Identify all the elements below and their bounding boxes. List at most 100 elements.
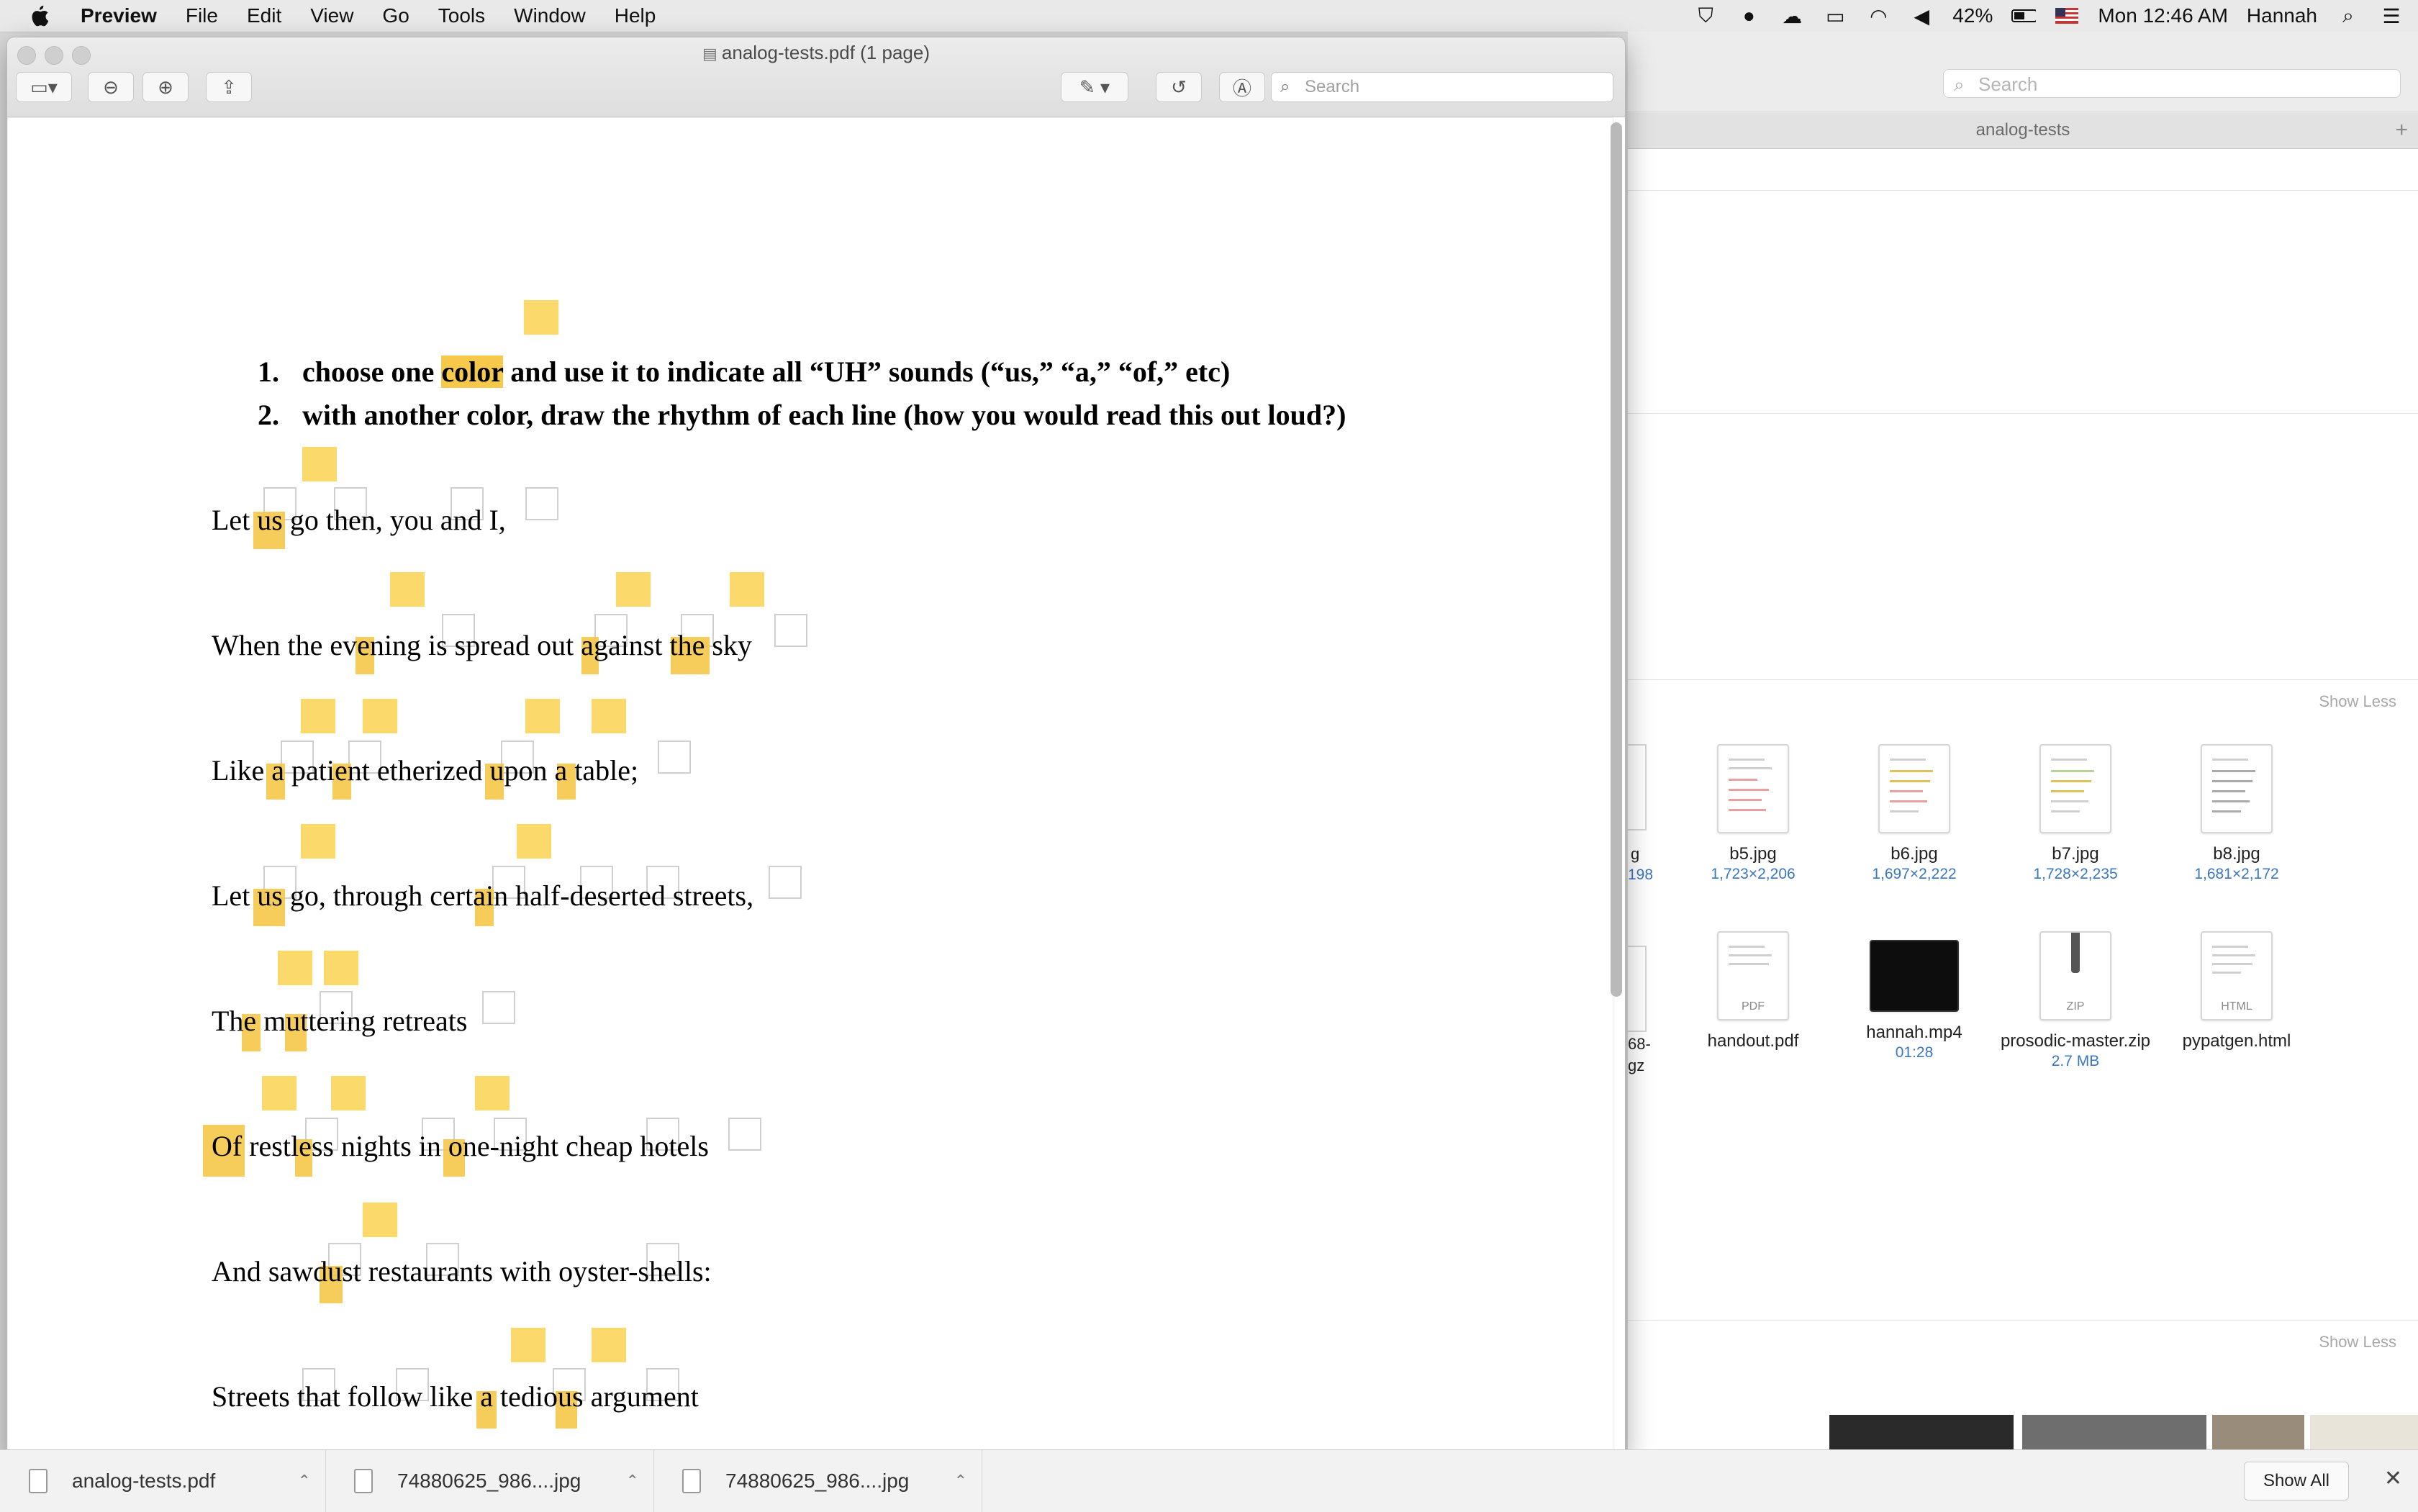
yellow-note-marker[interactable] (592, 699, 626, 733)
file-item[interactable]: hannah.mp4 01:28 (1835, 931, 1993, 1062)
empty-note-box[interactable] (658, 741, 691, 774)
menu-help[interactable]: Help (615, 0, 656, 32)
yellow-note-marker[interactable] (511, 1328, 545, 1362)
new-tab-button[interactable]: + (2395, 112, 2408, 148)
download-item[interactable]: analog-tests.pdf ⌃ (0, 1450, 326, 1512)
elephant-icon[interactable]: ● (1736, 4, 1761, 27)
close-icon[interactable]: ✕ (2384, 1466, 2402, 1491)
battery-icon[interactable] (2011, 5, 2037, 27)
menu-window[interactable]: Window (514, 0, 586, 32)
battery-percent: 42% (1952, 4, 1993, 27)
notification-center-icon[interactable]: ☰ (2379, 5, 2404, 27)
download-item[interactable]: 74880625_986....jpg ⌃ (325, 1450, 654, 1512)
yellow-note-marker[interactable] (730, 572, 764, 607)
file-item[interactable]: b7.jpg 1,728×2,235 (1996, 744, 2155, 884)
divider (1628, 413, 2418, 414)
show-all-downloads-button[interactable]: Show All (2243, 1462, 2349, 1500)
partial-file-thumb[interactable] (1628, 946, 1647, 1032)
vertical-scrollbar[interactable] (1611, 122, 1622, 997)
sidebar-icon: ▭▾ (30, 76, 58, 98)
yellow-note-marker[interactable] (301, 824, 335, 859)
show-less-button[interactable]: Show Less (2319, 692, 2396, 711)
video-duration: 01:28 (1895, 1044, 1934, 1061)
download-item[interactable]: 74880625_986....jpg ⌃ (653, 1450, 982, 1512)
pdf-page[interactable]: 1. choose one color and use it to indicat… (7, 117, 1613, 1459)
shield-icon[interactable]: ⛉ (1693, 4, 1718, 27)
zoom-out-button[interactable]: ⊖ (88, 72, 134, 102)
file-item[interactable]: b8.jpg 1,681×2,172 (2157, 744, 2316, 884)
yellow-note-marker[interactable] (525, 699, 560, 733)
yellow-note-marker[interactable] (331, 1076, 366, 1110)
search-icon: ⌕ (1954, 73, 1965, 95)
yellow-note-marker[interactable] (262, 1076, 296, 1110)
menu-file[interactable]: File (186, 0, 218, 32)
chevron-up-icon[interactable]: ⌃ (954, 1472, 967, 1490)
photo-thumbnail[interactable] (2310, 1415, 2418, 1449)
yellow-note-marker[interactable] (475, 1076, 510, 1110)
photo-thumbnail[interactable] (2022, 1415, 2206, 1449)
yellow-note-marker[interactable] (524, 300, 558, 335)
wifi-icon[interactable]: ◠ (1866, 5, 1891, 27)
yellow-note-marker[interactable] (517, 824, 551, 859)
menu-edit[interactable]: Edit (247, 0, 281, 32)
pdf-document-icon: PDF (1717, 931, 1789, 1020)
empty-note-box[interactable] (774, 614, 807, 647)
cloud-icon[interactable]: ☁ (1780, 5, 1804, 27)
highlight-button[interactable]: ✎ ▾ (1061, 72, 1128, 102)
yellow-note-marker[interactable] (278, 951, 312, 985)
file-thumbnail (1878, 744, 1950, 833)
poem-line-6: Of restless nights in one-night cheap ho… (212, 1130, 709, 1162)
empty-note-box[interactable] (525, 487, 558, 520)
rotate-button[interactable]: ↺ (1156, 72, 1202, 102)
share-button[interactable]: ⇪ (206, 72, 252, 102)
sidebar-toggle-button[interactable]: ▭▾ (16, 72, 72, 102)
photo-thumbnail[interactable] (2212, 1415, 2304, 1449)
file-item[interactable]: b5.jpg 1,723×2,206 (1674, 744, 1832, 884)
empty-note-box[interactable] (728, 1118, 761, 1151)
us-flag-icon[interactable] (2055, 5, 2079, 27)
pdf-search-field[interactable]: ⌕ Search (1271, 72, 1613, 102)
divider (1628, 679, 2418, 680)
menu-go[interactable]: Go (382, 0, 409, 32)
airplay-icon[interactable]: ▭ (1823, 5, 1847, 27)
user-name[interactable]: Hannah (2247, 4, 2317, 27)
markup-icon: Ⓐ (1232, 77, 1251, 99)
preview-window: ▤ analog-tests.pdf (1 page) ▭▾ ⊖ ⊕ ⇪ ✎ ▾… (7, 37, 1625, 1459)
file-item[interactable]: PDF handout.pdf (1674, 931, 1832, 1052)
empty-note-box[interactable] (769, 866, 802, 899)
menu-tools[interactable]: Tools (438, 0, 485, 32)
yellow-note-marker[interactable] (390, 572, 425, 607)
yellow-note-marker[interactable] (324, 951, 358, 985)
photo-thumbnail[interactable] (1829, 1415, 2014, 1449)
chevron-up-icon[interactable]: ⌃ (626, 1472, 639, 1490)
menu-app-name[interactable]: Preview (81, 0, 157, 32)
clock[interactable]: Mon 12:46 AM (2098, 4, 2228, 27)
pdf-file-icon: ▤ (702, 45, 722, 63)
zoom-in-button[interactable]: ⊕ (142, 72, 189, 102)
finder-toolbar: ⌕ Search (1628, 32, 2418, 112)
poem-line-1: Let us go then, you and I, (212, 504, 506, 536)
spotlight-search-icon[interactable]: ⌕ (2336, 4, 2360, 27)
file-item[interactable]: HTML pypatgen.html (2157, 931, 2316, 1052)
empty-note-box[interactable] (482, 991, 515, 1024)
yellow-note-marker[interactable] (592, 1328, 626, 1362)
finder-tab[interactable]: analog-tests + (1628, 112, 2418, 149)
volume-icon[interactable]: ◀ (1909, 5, 1934, 27)
yellow-note-marker[interactable] (302, 447, 337, 481)
markup-button[interactable]: Ⓐ (1219, 72, 1265, 102)
file-item[interactable]: b6.jpg 1,697×2,222 (1835, 744, 1993, 884)
file-dimensions: 1,681×2,172 (2194, 866, 2279, 882)
yellow-note-marker[interactable] (616, 572, 651, 607)
show-less-button[interactable]: Show Less (2319, 1333, 2396, 1352)
finder-search-field[interactable]: ⌕ Search (1943, 69, 2401, 98)
yellow-note-marker[interactable] (363, 1203, 397, 1237)
file-item[interactable]: ZIP prosodic-master.zip 2.7 MB (1996, 931, 2155, 1071)
chevron-up-icon[interactable]: ⌃ (298, 1472, 311, 1490)
video-thumbnail (1870, 940, 1959, 1012)
partial-file-thumb[interactable] (1628, 744, 1647, 830)
menu-view[interactable]: View (310, 0, 353, 32)
divider (1628, 1320, 2418, 1321)
yellow-note-marker[interactable] (363, 699, 397, 733)
yellow-note-marker[interactable] (301, 699, 335, 733)
apple-icon[interactable] (29, 4, 49, 27)
